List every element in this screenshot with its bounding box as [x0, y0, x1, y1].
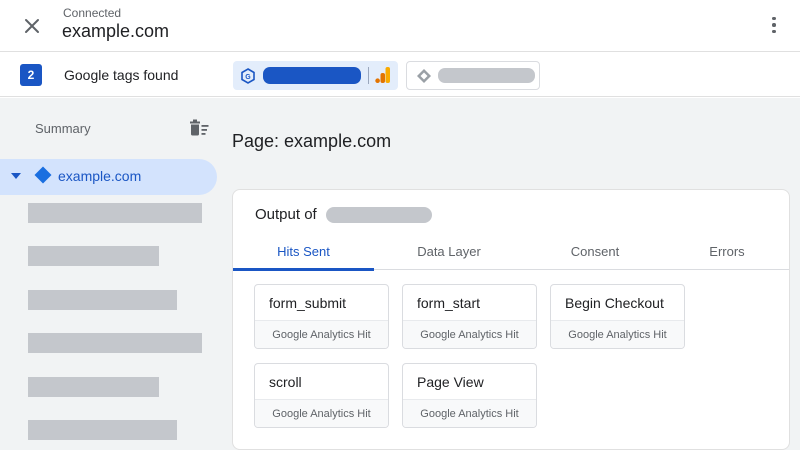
chip-divider [368, 67, 369, 84]
tags-found-label: Google tags found [64, 67, 179, 83]
hit-name: form_submit [269, 295, 347, 311]
connected-domain: example.com [62, 21, 170, 41]
sidebar-page-label: example.com [58, 168, 142, 184]
hit-name: form_start [417, 295, 481, 311]
page-title: Page: example.com [232, 131, 392, 151]
hit-type: Google Analytics Hit [403, 399, 536, 427]
redacted-container-id [438, 68, 535, 83]
hit-card[interactable]: Begin Checkout Google Analytics Hit [550, 284, 685, 349]
clear-messages-button[interactable] [188, 119, 212, 139]
tag-manager-icon [417, 69, 431, 83]
hit-card[interactable]: form_start Google Analytics Hit [402, 284, 537, 349]
active-tab-indicator [233, 268, 374, 271]
sidebar-event-row[interactable] [28, 420, 177, 440]
delete-sweep-icon [190, 119, 209, 136]
more-options-button[interactable] [764, 12, 784, 38]
expand-caret-icon[interactable] [11, 173, 21, 179]
sidebar-page-item[interactable]: example.com [0, 159, 217, 195]
tag-manager-chip[interactable] [406, 61, 540, 90]
tab-consent[interactable]: Consent [525, 232, 665, 270]
tab-errors[interactable]: Errors [671, 232, 783, 270]
google-analytics-tag-chip[interactable]: G [233, 61, 398, 90]
hit-name: scroll [269, 374, 302, 390]
redacted-output-id [326, 207, 432, 223]
redacted-tag-id [263, 67, 361, 84]
summary-label: Summary [35, 121, 91, 136]
output-card: Output of Hits Sent Data Layer Consent E… [232, 189, 790, 450]
hit-type: Google Analytics Hit [255, 399, 388, 427]
tags-bar: 2 Google tags found G [0, 53, 800, 97]
hit-type: Google Analytics Hit [255, 320, 388, 348]
output-label: Output of [255, 206, 317, 223]
hit-type: Google Analytics Hit [403, 320, 536, 348]
sidebar-event-row[interactable] [28, 333, 202, 353]
svg-text:G: G [245, 74, 251, 81]
google-analytics-icon [375, 67, 390, 83]
page-diamond-icon [34, 166, 52, 184]
hit-name: Begin Checkout [565, 295, 664, 311]
tab-hits-sent[interactable]: Hits Sent [233, 232, 374, 270]
tab-data-layer[interactable]: Data Layer [379, 232, 519, 270]
sidebar-event-row[interactable] [28, 377, 159, 397]
connection-status: Connected [63, 6, 122, 20]
hit-type: Google Analytics Hit [551, 320, 684, 348]
sidebar-event-row[interactable] [28, 246, 159, 266]
close-button[interactable] [18, 12, 46, 40]
close-icon [25, 19, 39, 33]
tag-count-badge: 2 [20, 64, 42, 86]
sidebar-event-row[interactable] [28, 203, 202, 223]
hit-card[interactable]: form_submit Google Analytics Hit [254, 284, 389, 349]
sidebar-event-row[interactable] [28, 290, 177, 310]
hit-card[interactable]: Page View Google Analytics Hit [402, 363, 537, 428]
more-vert-icon [772, 16, 776, 21]
google-tag-icon: G [241, 68, 255, 84]
hit-name: Page View [417, 374, 484, 390]
hit-card[interactable]: scroll Google Analytics Hit [254, 363, 389, 428]
output-tabs: Hits Sent Data Layer Consent Errors [233, 232, 789, 271]
top-bar: Connected example.com [0, 0, 800, 52]
